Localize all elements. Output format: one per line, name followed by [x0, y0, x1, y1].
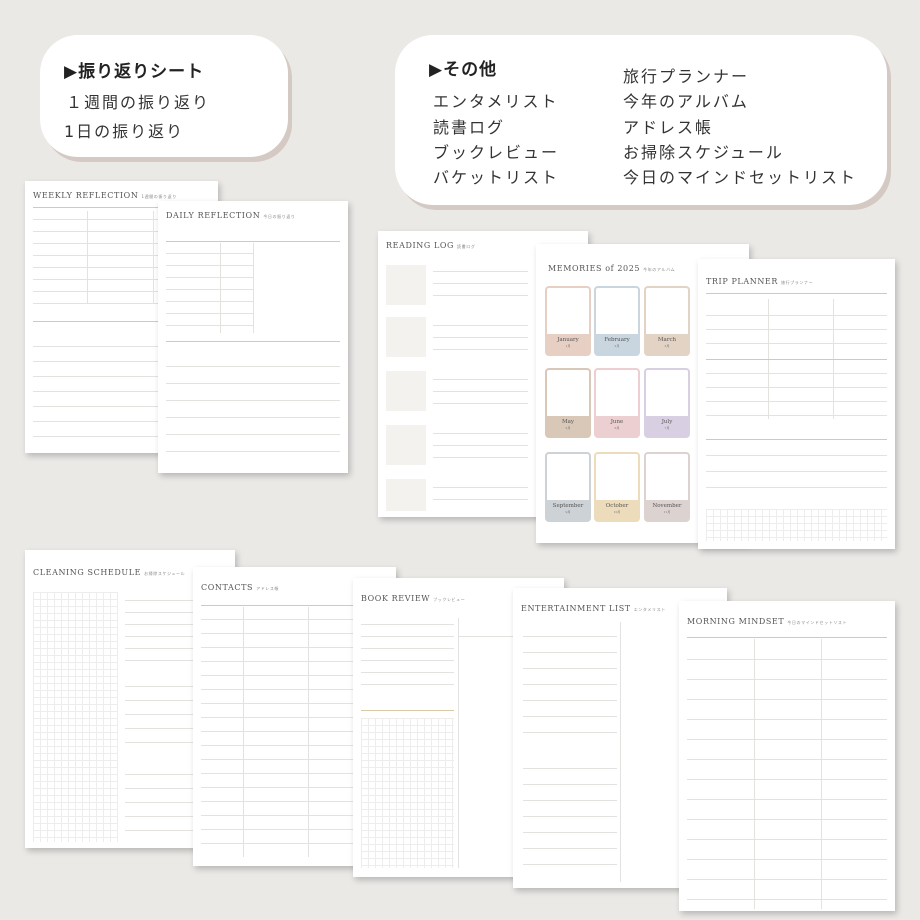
callout-item: ブックレビュー	[433, 143, 560, 162]
callout-item: 旅行プランナー	[623, 67, 750, 86]
sheet-title: MEMORIES of 2025	[548, 264, 641, 273]
month-frame-june: June 6月	[594, 368, 640, 438]
sheet-subtitle: アドレス帳	[256, 586, 280, 591]
month-frame-september: September 9月	[545, 452, 591, 522]
daily-reflection-sheet: DAILY REFLECTION 今日の振り返り	[158, 201, 348, 473]
sheet-subtitle: 旅行プランナー	[780, 280, 814, 285]
sheet-subtitle: お掃除スケジュール	[144, 571, 186, 576]
month-frame-may: May 5月	[545, 368, 591, 438]
sheet-title: ENTERTAINMENT LIST	[521, 604, 631, 613]
callout-item: 1日の振り返り	[64, 122, 185, 141]
callout-item: 読書ログ	[433, 118, 506, 137]
callout-item: アドレス帳	[623, 118, 714, 137]
month-frame-march: March 3月	[644, 286, 690, 356]
callout-item: エンタメリスト	[433, 92, 559, 111]
month-frame-july: July 7月	[644, 368, 690, 438]
callout-heading: ▶その他	[429, 60, 498, 80]
callout-item: お掃除スケジュール	[623, 143, 784, 162]
month-frame-november: November 11月	[644, 452, 690, 522]
callout-item: 今年のアルバム	[623, 92, 749, 111]
callout-item: １週間の振り返り	[66, 93, 211, 112]
callout-item: バケットリスト	[433, 168, 560, 187]
month-frame-january: January 1月	[545, 286, 591, 356]
sheet-title: CLEANING SCHEDULE	[33, 568, 142, 577]
callout-item: 今日のマインドセットリスト	[623, 168, 858, 187]
sheet-subtitle: ブックレビュー	[433, 597, 466, 602]
sheet-subtitle: 1週間の振り返り	[141, 194, 177, 199]
callout-heading: ▶振り返りシート	[64, 62, 205, 82]
month-frame-october: October 10月	[594, 452, 640, 522]
sheet-title: CONTACTS	[201, 583, 254, 592]
sheet-title: BOOK REVIEW	[361, 594, 431, 603]
other-sheets-callout: ▶その他 エンタメリスト 読書ログ ブックレビュー バケットリスト 旅行プランナ…	[395, 35, 887, 205]
sheet-title: READING LOG	[386, 241, 455, 250]
sheet-subtitle: エンタメリスト	[633, 607, 666, 612]
trip-planner-sheet: TRIP PLANNER 旅行プランナー	[698, 259, 895, 549]
sheet-title: DAILY REFLECTION	[166, 211, 261, 220]
sheet-title: WEEKLY REFLECTION	[33, 191, 139, 200]
sheet-subtitle: 今日の振り返り	[263, 214, 296, 219]
sheet-title: MORNING MINDSET	[687, 617, 785, 626]
sheet-subtitle: 今年のアルバム	[643, 267, 676, 272]
sheet-title: TRIP PLANNER	[706, 277, 778, 286]
morning-mindset-sheet: MORNING MINDSET 今日のマインドセットリスト	[679, 601, 895, 911]
month-frame-february: February 2月	[594, 286, 640, 356]
reflection-sheet-callout: ▶振り返りシート １週間の振り返り 1日の振り返り	[40, 35, 288, 157]
sheet-subtitle: 今日のマインドセットリスト	[787, 620, 848, 625]
sheet-subtitle: 読書ログ	[457, 244, 476, 249]
